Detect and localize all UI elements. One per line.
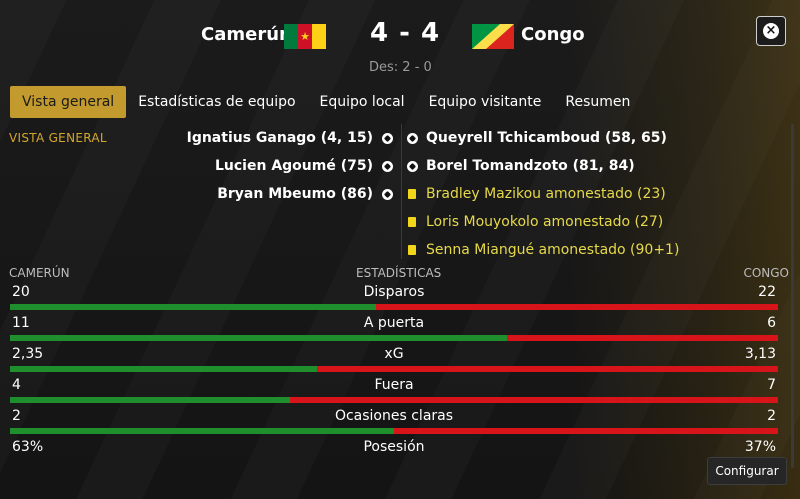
home-event-text: Bryan Mbeumo (86)	[217, 186, 373, 202]
stat-row-fuera: 4 Fuera 7	[10, 375, 778, 406]
configure-button[interactable]: Configurar	[707, 457, 787, 485]
stat-name: Disparos	[363, 284, 425, 300]
football-icon	[381, 132, 393, 144]
home-event-text: Ignatius Ganago (4, 15)	[186, 130, 373, 146]
stat-bar-home	[10, 304, 376, 310]
scrollbar[interactable]	[791, 124, 794, 468]
stat-bar	[10, 366, 778, 372]
away-event-text: Senna Miangué amonestado (90+1)	[426, 242, 680, 258]
penalties-score: Des: 2 - 0	[369, 60, 432, 75]
stat-bar-away	[394, 428, 778, 434]
stat-name: Posesión	[363, 439, 425, 455]
away-team-name: Congo	[521, 24, 585, 45]
football-icon	[406, 160, 418, 172]
match-header: Camerún ★ 4 - 4 Congo Des: 2 - 0 ×	[0, 0, 800, 90]
away-event-item: Borel Tomandzoto (81, 84)	[404, 152, 784, 180]
cameroon-flag-icon: ★	[284, 24, 326, 49]
tab-equipo-visitante[interactable]: Equipo visitante	[417, 86, 554, 118]
away-event-text: Borel Tomandzoto (81, 84)	[426, 158, 635, 174]
stat-bar-away	[506, 335, 778, 341]
stat-row-xg: 2,35 xG 3,13	[10, 344, 778, 375]
yellow-card-icon	[408, 245, 416, 255]
stat-name: Ocasiones claras	[334, 408, 454, 424]
stat-name: A puerta	[363, 315, 425, 331]
stat-name: xG	[384, 346, 404, 362]
stats-away-team-label: CONGO	[743, 266, 789, 280]
stats-title: ESTADÍSTICAS	[356, 266, 442, 280]
tab-bar: Vista general Estadísticas de equipo Equ…	[10, 86, 642, 118]
stat-away-value: 2	[767, 408, 776, 424]
football-icon	[406, 132, 418, 144]
stat-bar-home	[10, 397, 290, 403]
stat-bar-away	[317, 366, 778, 372]
away-events-list: Queyrell Tchicamboud (58, 65) Borel Toma…	[404, 124, 784, 264]
tab-equipo-local[interactable]: Equipo local	[308, 86, 417, 118]
stat-bar	[10, 397, 778, 403]
stat-away-value: 3,13	[744, 346, 776, 362]
stat-name: Fuera	[374, 377, 414, 393]
stat-bar-away	[375, 304, 778, 310]
stat-bar-home	[10, 335, 507, 341]
away-event-item: Senna Miangué amonestado (90+1)	[404, 236, 784, 264]
stat-bar-away	[289, 397, 778, 403]
home-event-text: Lucien Agoumé (75)	[215, 158, 373, 174]
stat-row-a-puerta: 11 A puerta 6	[10, 313, 778, 344]
away-event-text: Queyrell Tchicamboud (58, 65)	[426, 130, 667, 146]
away-event-item: Bradley Mazikou amonestado (23)	[404, 180, 784, 208]
stat-row-ocasiones-claras: 2 Ocasiones claras 2	[10, 406, 778, 437]
stat-bar	[10, 428, 778, 434]
football-icon	[381, 160, 393, 172]
stat-away-value: 7	[767, 377, 776, 393]
stat-away-value: 6	[767, 315, 776, 331]
stat-bar	[10, 335, 778, 341]
football-icon	[381, 188, 393, 200]
stats-table: 20 Disparos 22 11 A puerta 6 2,35 xG 3,1…	[10, 282, 778, 468]
tab-vista-general[interactable]: Vista general	[10, 86, 127, 118]
stat-bar-home	[10, 366, 318, 372]
close-button[interactable]: ×	[756, 16, 786, 46]
yellow-card-icon	[408, 217, 416, 227]
home-team-name: Camerún	[201, 24, 292, 45]
events-divider	[401, 124, 402, 259]
tab-estadisticas-equipo[interactable]: Estadísticas de equipo	[126, 86, 307, 118]
stat-bar	[10, 304, 778, 310]
home-event-item: Lucien Agoumé (75)	[93, 152, 393, 180]
stat-row-disparos: 20 Disparos 22	[10, 282, 778, 313]
home-event-item: Bryan Mbeumo (86)	[93, 180, 393, 208]
stat-bar-home	[10, 428, 394, 434]
congo-flag-icon	[472, 24, 514, 49]
stat-away-value: 22	[758, 284, 776, 300]
yellow-card-icon	[408, 189, 416, 199]
away-event-text: Bradley Mazikou amonestado (23)	[426, 186, 666, 202]
away-event-item: Queyrell Tchicamboud (58, 65)	[404, 124, 784, 152]
close-icon: ×	[763, 23, 779, 39]
home-event-item: Ignatius Ganago (4, 15)	[93, 124, 393, 152]
match-score: 4 - 4	[370, 18, 441, 48]
stats-home-team-label: CAMERÚN	[9, 266, 70, 280]
home-events-list: Ignatius Ganago (4, 15) Lucien Agoumé (7…	[93, 124, 393, 208]
stat-away-value: 37%	[744, 439, 776, 455]
tab-resumen[interactable]: Resumen	[553, 86, 642, 118]
away-event-item: Loris Mouyokolo amonestado (27)	[404, 208, 784, 236]
stat-row-posesion: 63% Posesión 37%	[10, 437, 778, 468]
away-event-text: Loris Mouyokolo amonestado (27)	[426, 214, 664, 230]
